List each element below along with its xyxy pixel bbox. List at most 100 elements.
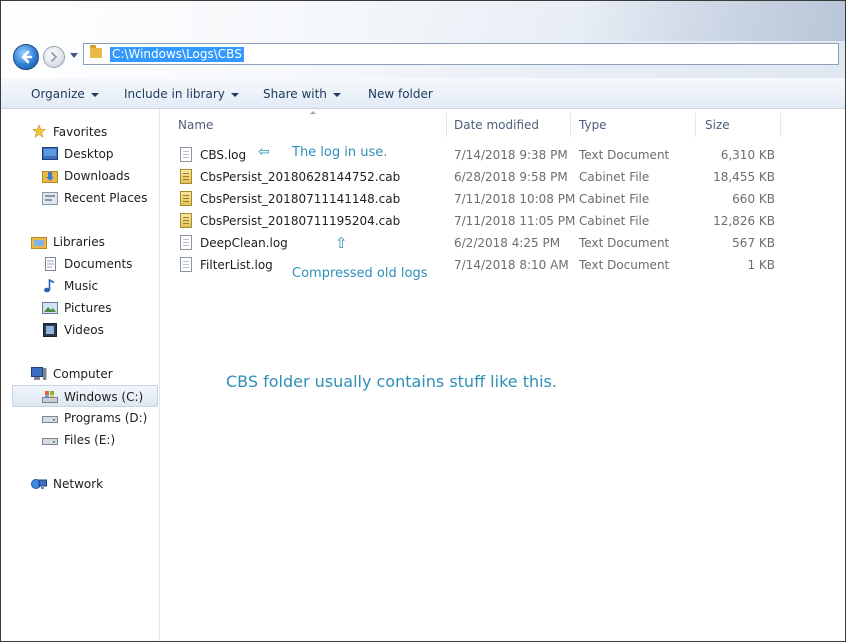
sidebar-item-label: Videos xyxy=(64,323,104,337)
sidebar-item-label: Desktop xyxy=(64,147,114,161)
explorer-window: C:\Windows\Logs\CBS Organize Include in … xyxy=(0,0,846,642)
sidebar-item-programs-d[interactable]: Programs (D:) xyxy=(1,407,151,429)
cabinet-file-icon xyxy=(180,213,192,228)
column-divider[interactable] xyxy=(695,113,696,137)
network-icon xyxy=(31,479,47,489)
sidebar-item-label: Documents xyxy=(64,257,133,271)
file-icon-lines xyxy=(183,151,189,159)
sidebar-item-network[interactable]: Network xyxy=(1,473,151,495)
sidebar-item-libraries[interactable]: Libraries xyxy=(1,231,151,253)
file-row[interactable]: FilterList.log 7/14/2018 8:10 AM Text Docu… xyxy=(160,254,845,276)
title-sheen xyxy=(585,1,845,41)
back-button[interactable] xyxy=(13,44,39,70)
column-header-name[interactable]: Name xyxy=(178,113,438,137)
column-header-date-modified[interactable]: Date modified xyxy=(454,113,564,137)
file-size: 567 KB xyxy=(732,236,775,250)
file-type: Cabinet File xyxy=(579,214,650,228)
include-in-library-label: Include in library xyxy=(124,87,225,101)
navigation-pane: Favorites Desktop Downloads Recent Place… xyxy=(1,109,160,641)
drive-icon xyxy=(42,416,58,423)
sidebar-item-files-e[interactable]: Files (E:) xyxy=(1,429,151,451)
file-date-modified: 6/2/2018 4:25 PM xyxy=(454,236,561,250)
forward-button[interactable] xyxy=(43,46,65,68)
sidebar-item-downloads[interactable]: Downloads xyxy=(1,165,151,187)
file-row[interactable]: CbsPersist_20180711141148.cab 7/11/2018 1… xyxy=(160,188,845,210)
file-size: 660 KB xyxy=(732,192,775,206)
address-path[interactable]: C:\Windows\Logs\CBS xyxy=(110,47,244,62)
file-size: 12,826 KB xyxy=(713,214,775,228)
chevron-down-icon xyxy=(332,92,341,97)
music-note-icon xyxy=(44,279,55,293)
file-type: Text Document xyxy=(579,236,670,250)
chevron-down-icon xyxy=(230,92,239,97)
column-divider[interactable] xyxy=(780,113,781,137)
annotation-up-arrow: ⇧ xyxy=(335,234,348,252)
file-date-modified: 7/14/2018 9:38 PM xyxy=(454,148,568,162)
file-icon-lines xyxy=(183,261,189,269)
column-header-type[interactable]: Type xyxy=(579,113,679,137)
cabinet-file-icon xyxy=(180,191,192,206)
new-folder-button[interactable]: New folder xyxy=(368,86,433,102)
sidebar-item-label: Programs (D:) xyxy=(64,411,148,425)
annotation-caption: CBS folder usually contains stuff like t… xyxy=(226,372,557,391)
sidebar-item-label: Network xyxy=(53,477,104,491)
text-file-icon xyxy=(180,257,192,272)
text-file-icon xyxy=(180,235,192,250)
sidebar-item-label: Recent Places xyxy=(64,191,148,205)
file-date-modified: 6/28/2018 9:58 PM xyxy=(454,170,568,184)
file-size: 18,455 KB xyxy=(713,170,775,184)
sidebar-item-label: Pictures xyxy=(64,301,112,315)
annotation-log-in-use: The log in use. xyxy=(292,145,388,160)
sidebar-item-music[interactable]: Music xyxy=(1,275,151,297)
include-in-library-button[interactable]: Include in library xyxy=(124,86,239,102)
file-row[interactable]: CbsPersist_20180711195204.cab 7/11/2018 1… xyxy=(160,210,845,232)
recent-pages-dropdown[interactable] xyxy=(70,53,78,58)
file-icon-lines xyxy=(183,239,189,247)
sidebar-item-documents[interactable]: Documents xyxy=(1,253,151,275)
documents-icon xyxy=(45,257,56,271)
column-divider[interactable] xyxy=(570,113,571,137)
sidebar-item-pictures[interactable]: Pictures xyxy=(1,297,151,319)
column-divider[interactable] xyxy=(446,113,447,137)
share-with-button[interactable]: Share with xyxy=(263,86,341,102)
file-name: CbsPersist_20180628144752.cab xyxy=(200,170,401,184)
forward-arrow-icon xyxy=(51,52,57,62)
annotation-left-arrow: ⇦ xyxy=(258,144,270,160)
sidebar-item-desktop[interactable]: Desktop xyxy=(1,143,151,165)
title-bar: C:\Windows\Logs\CBS xyxy=(1,1,845,78)
folder-icon xyxy=(90,45,102,58)
file-row[interactable]: DeepClean.log 6/2/2018 4:25 PM Text Docume… xyxy=(160,232,845,254)
sidebar-item-windows-c[interactable]: Windows (C:) xyxy=(12,385,158,407)
sidebar-item-recent-places[interactable]: Recent Places xyxy=(1,187,151,209)
file-name: DeepClean.log xyxy=(200,236,288,250)
sidebar-item-computer[interactable]: Computer xyxy=(1,363,151,385)
file-name: CbsPersist_20180711195204.cab xyxy=(200,214,401,228)
file-name: CbsPersist_20180711141148.cab xyxy=(200,192,401,206)
address-bar[interactable]: C:\Windows\Logs\CBS xyxy=(83,43,839,65)
sidebar-item-label: Windows (C:) xyxy=(64,390,144,404)
command-toolbar: Organize Include in library Share with N… xyxy=(1,78,845,109)
file-date-modified: 7/11/2018 10:08 PM xyxy=(454,192,576,206)
computer-icon xyxy=(31,367,47,380)
sidebar-item-label: Downloads xyxy=(64,169,130,183)
sidebar-item-label: Files (E:) xyxy=(64,433,116,447)
downloads-folder-icon xyxy=(42,171,58,183)
pictures-icon xyxy=(42,302,58,314)
desktop-icon xyxy=(42,147,58,160)
windows-drive-icon xyxy=(42,391,58,403)
drive-icon xyxy=(42,438,58,445)
column-header-size[interactable]: Size xyxy=(705,113,775,137)
file-row[interactable]: CbsPersist_20180628144752.cab 6/28/2018 9… xyxy=(160,166,845,188)
share-with-label: Share with xyxy=(263,87,327,101)
chevron-down-icon xyxy=(90,92,99,97)
file-type: Text Document xyxy=(579,258,670,272)
recent-places-icon xyxy=(42,192,58,205)
sidebar-item-label: Music xyxy=(64,279,99,293)
sidebar-item-favorites[interactable]: Favorites xyxy=(1,121,151,143)
organize-button[interactable]: Organize xyxy=(31,86,99,102)
file-icon-lines xyxy=(183,173,189,181)
back-arrow-icon xyxy=(21,50,33,64)
sidebar-item-label: Libraries xyxy=(53,235,105,249)
cabinet-file-icon xyxy=(180,169,192,184)
sidebar-item-videos[interactable]: Videos xyxy=(1,319,151,341)
